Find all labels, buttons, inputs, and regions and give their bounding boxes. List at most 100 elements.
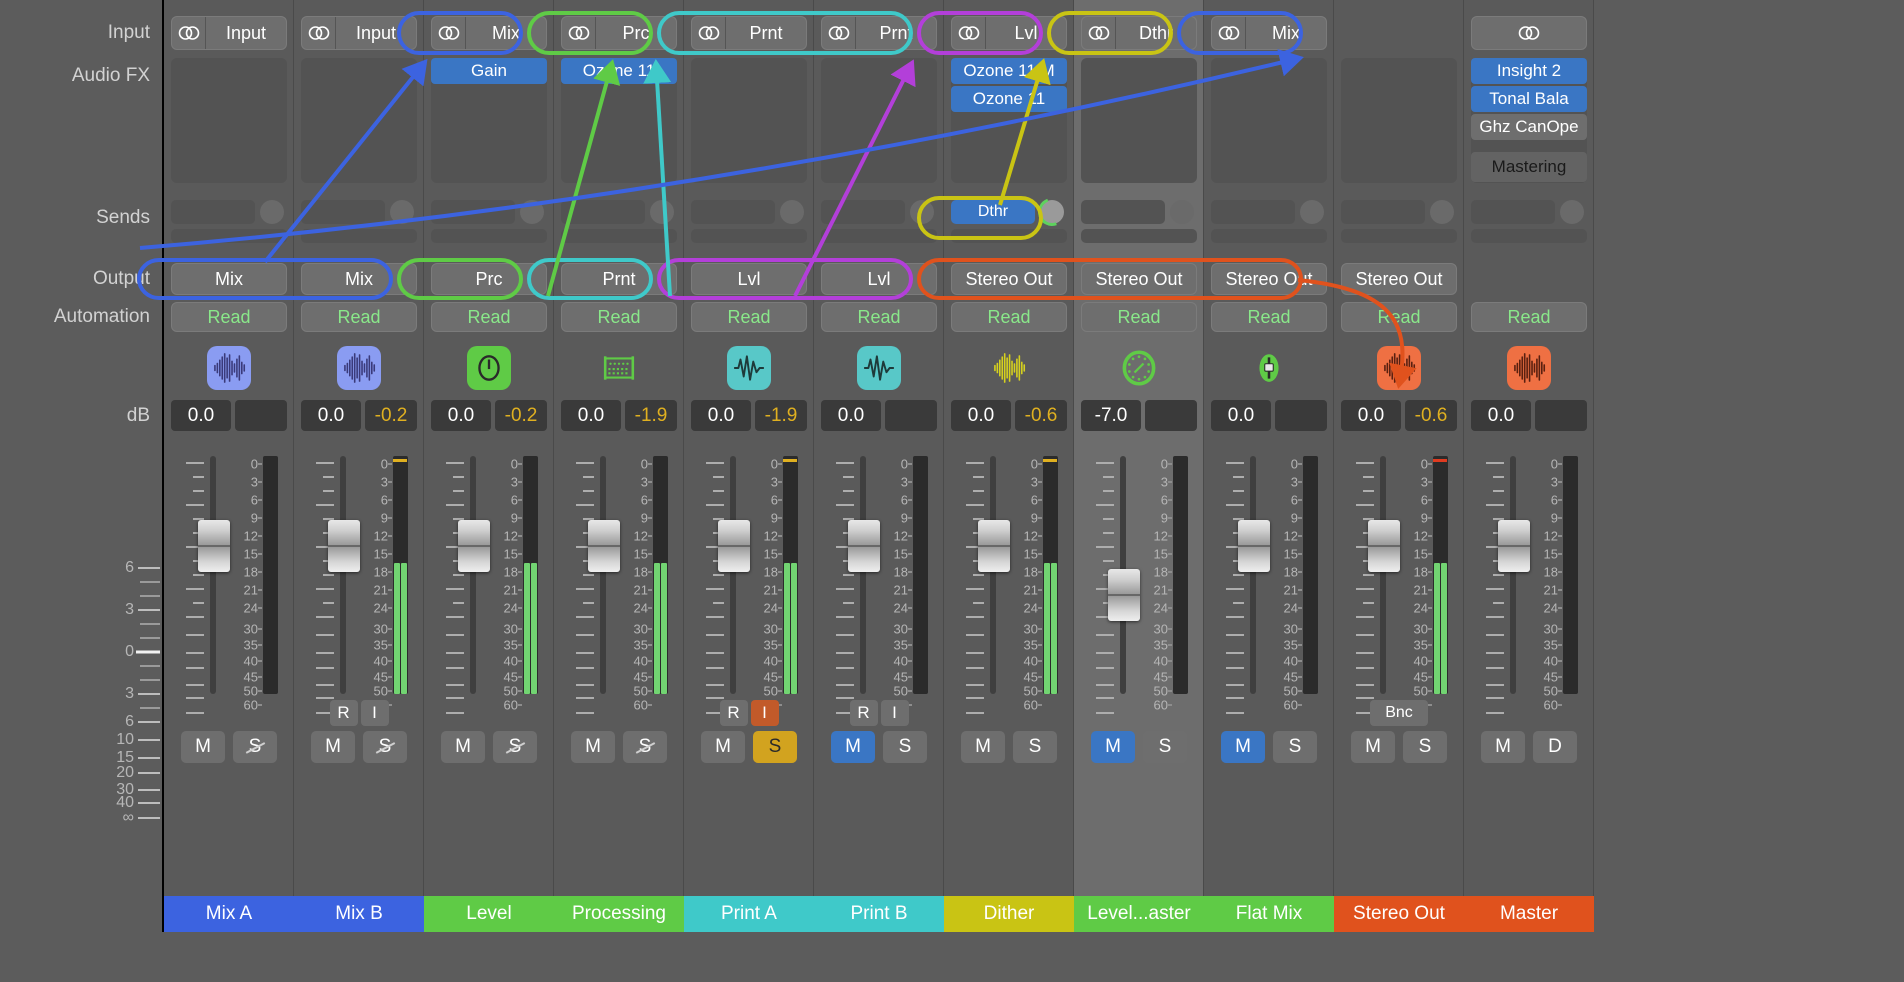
input-monitor-button[interactable]: I <box>880 700 909 726</box>
automation-mode-button[interactable]: Read <box>171 302 287 332</box>
input-slot[interactable]: Dthr <box>1081 16 1197 50</box>
output-slot[interactable]: Stereo Out <box>1341 263 1457 295</box>
audio-fx-box[interactable]: Ozone 11 <box>561 58 677 183</box>
volume-fader-handle[interactable] <box>718 520 750 572</box>
output-slot[interactable]: Lvl <box>821 263 937 295</box>
input-slot[interactable] <box>1471 16 1587 50</box>
mute-button[interactable]: M <box>1351 731 1395 763</box>
solo-button[interactable]: S <box>363 731 407 763</box>
solo-button[interactable]: S <box>493 731 537 763</box>
send-level-knob[interactable] <box>1170 200 1194 224</box>
send-slot[interactable]: Dthr <box>951 200 1035 224</box>
volume-value[interactable]: 0.0 <box>821 400 881 431</box>
send-slot-empty[interactable] <box>171 200 255 224</box>
volume-value[interactable]: 0.0 <box>691 400 751 431</box>
audio-fx-slot[interactable]: Tonal Bala <box>1471 86 1587 112</box>
send-slot-empty[interactable] <box>301 229 417 243</box>
volume-value[interactable]: 0.0 <box>1341 400 1401 431</box>
send-slot-empty[interactable] <box>1081 229 1197 243</box>
audio-fx-box[interactable] <box>301 58 417 183</box>
fader-track[interactable] <box>1380 456 1386 694</box>
send-slot-empty[interactable] <box>691 229 807 243</box>
volume-value[interactable]: 0.0 <box>301 400 361 431</box>
track-name-plate[interactable]: Flat Mix <box>1204 896 1334 932</box>
output-slot[interactable]: Stereo Out <box>1081 263 1197 295</box>
track-icon-waveform-icon[interactable] <box>1507 346 1551 390</box>
mute-button[interactable]: M <box>1091 731 1135 763</box>
track-name-plate[interactable]: Level <box>424 896 554 932</box>
solo-button[interactable]: S <box>1273 731 1317 763</box>
mute-button[interactable]: M <box>961 731 1005 763</box>
send-level-knob[interactable] <box>1430 200 1454 224</box>
audio-fx-box[interactable]: Ozone 11 M Ozone 11 <box>951 58 1067 183</box>
send-slot-empty[interactable] <box>1081 200 1165 224</box>
output-slot[interactable]: Prc <box>431 263 547 295</box>
track-icon-audio-wave-icon[interactable] <box>727 346 771 390</box>
audio-fx-box[interactable]: Gain <box>431 58 547 183</box>
track-icon-waveform-icon[interactable] <box>207 346 251 390</box>
mute-button[interactable]: M <box>1481 731 1525 763</box>
audio-fx-box[interactable] <box>1081 58 1197 183</box>
track-name-plate[interactable]: Master <box>1464 896 1594 932</box>
output-slot[interactable]: Lvl <box>691 263 807 295</box>
peak-value[interactable] <box>1145 400 1197 431</box>
input-monitor-button[interactable]: I <box>750 700 779 726</box>
mute-button[interactable]: M <box>831 731 875 763</box>
send-slot-empty[interactable] <box>301 200 385 224</box>
automation-mode-button[interactable]: Read <box>1471 302 1587 332</box>
track-icon-fader-strip-icon[interactable] <box>1247 346 1291 390</box>
send-slot-empty[interactable] <box>691 200 775 224</box>
automation-mode-button[interactable]: Read <box>1211 302 1327 332</box>
mute-button[interactable]: M <box>701 731 745 763</box>
volume-fader-handle[interactable] <box>458 520 490 572</box>
volume-fader-handle[interactable] <box>198 520 230 572</box>
audio-fx-slot[interactable]: Ghz CanOpe <box>1471 114 1587 140</box>
send-slot-empty[interactable] <box>1471 200 1555 224</box>
track-icon-waveform-icon[interactable] <box>337 346 381 390</box>
send-slot-empty[interactable] <box>821 229 937 243</box>
input-slot[interactable]: Prnt <box>821 16 937 50</box>
track-name-plate[interactable]: Processing <box>554 896 684 932</box>
output-slot[interactable]: Mix <box>301 263 417 295</box>
send-slot-empty[interactable] <box>431 229 547 243</box>
solo-button[interactable]: S <box>233 731 277 763</box>
track-icon-level-meter-icon[interactable] <box>467 346 511 390</box>
fader-track[interactable] <box>470 456 476 694</box>
peak-value[interactable]: -1.9 <box>755 400 807 431</box>
send-slot-empty[interactable] <box>171 229 287 243</box>
fader-track[interactable] <box>1250 456 1256 694</box>
volume-value[interactable]: 0.0 <box>171 400 231 431</box>
track-name-plate[interactable]: Mix B <box>294 896 424 932</box>
volume-value[interactable]: 0.0 <box>1471 400 1531 431</box>
volume-value[interactable]: 0.0 <box>431 400 491 431</box>
automation-mode-button[interactable]: Read <box>301 302 417 332</box>
automation-mode-button[interactable]: Read <box>1081 302 1197 332</box>
peak-value[interactable] <box>885 400 937 431</box>
volume-value[interactable]: 0.0 <box>561 400 621 431</box>
output-slot[interactable]: Stereo Out <box>1211 263 1327 295</box>
audio-fx-box[interactable] <box>691 58 807 183</box>
send-slot-empty[interactable] <box>1341 200 1425 224</box>
peak-value[interactable]: -0.2 <box>365 400 417 431</box>
solo-button[interactable]: S <box>883 731 927 763</box>
send-slot-empty[interactable] <box>1211 200 1295 224</box>
send-level-knob[interactable] <box>1560 200 1584 224</box>
track-name-plate[interactable]: Dither <box>944 896 1074 932</box>
send-level-knob[interactable] <box>910 200 934 224</box>
volume-value[interactable]: 0.0 <box>1211 400 1271 431</box>
mute-button[interactable]: M <box>181 731 225 763</box>
volume-fader-handle[interactable] <box>1238 520 1270 572</box>
input-slot[interactable]: Lvl <box>951 16 1067 50</box>
peak-value[interactable] <box>235 400 287 431</box>
automation-mode-button[interactable]: Read <box>951 302 1067 332</box>
track-name-plate[interactable]: Level...aster <box>1074 896 1204 932</box>
track-name-plate[interactable]: Print A <box>684 896 814 932</box>
audio-fx-slot[interactable]: Mastering <box>1471 152 1587 182</box>
input-slot[interactable]: Prnt <box>691 16 807 50</box>
automation-mode-button[interactable]: Read <box>431 302 547 332</box>
volume-fader-handle[interactable] <box>588 520 620 572</box>
send-slot-empty[interactable] <box>821 200 905 224</box>
output-slot[interactable]: Prnt <box>561 263 677 295</box>
peak-value[interactable]: -1.9 <box>625 400 677 431</box>
volume-fader-handle[interactable] <box>1368 520 1400 572</box>
